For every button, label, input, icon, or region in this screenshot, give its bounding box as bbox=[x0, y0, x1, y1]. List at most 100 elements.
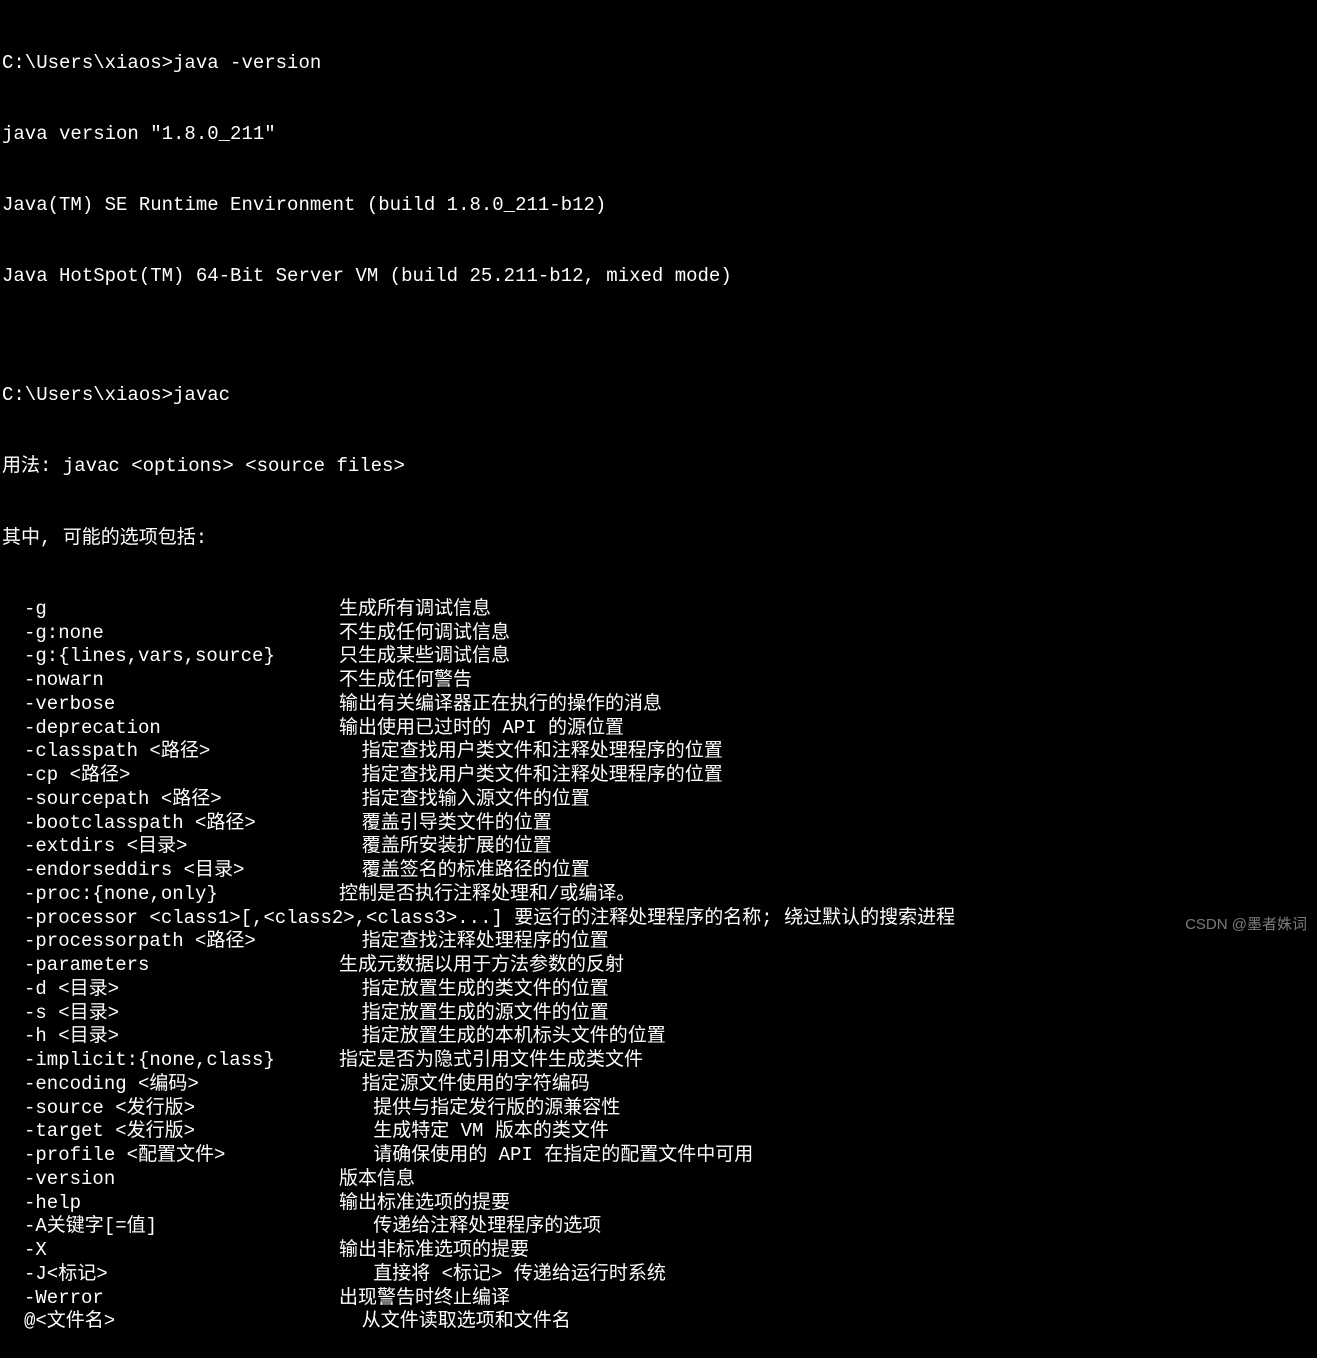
option-description: 指定查找注释处理程序的位置 bbox=[339, 930, 609, 954]
option-description: 生成所有调试信息 bbox=[339, 598, 491, 622]
option-flag: -g:{lines,vars,source} bbox=[24, 645, 339, 669]
option-row: -proc:{none,only}控制是否执行注释处理和/或编译。 bbox=[2, 883, 1317, 907]
option-row: -g生成所有调试信息 bbox=[2, 598, 1317, 622]
option-flag: -J<标记> bbox=[24, 1263, 339, 1287]
option-description: 输出非标准选项的提要 bbox=[339, 1239, 529, 1263]
option-flag: -implicit:{none,class} bbox=[24, 1049, 339, 1073]
option-flag: -h <目录> bbox=[24, 1025, 339, 1049]
option-row: -J<标记> 直接将 <标记> 传递给运行时系统 bbox=[2, 1263, 1317, 1287]
option-description: 生成元数据以用于方法参数的反射 bbox=[339, 954, 624, 978]
option-flag: -extdirs <目录> bbox=[24, 835, 339, 859]
terminal-output[interactable]: C:\Users\xiaos>java -version java versio… bbox=[2, 4, 1317, 1358]
option-description: 指定查找输入源文件的位置 bbox=[339, 788, 590, 812]
options-list: -g生成所有调试信息-g:none不生成任何调试信息-g:{lines,vars… bbox=[2, 598, 1317, 1334]
option-flag: -Werror bbox=[24, 1287, 339, 1311]
option-flag: -target <发行版> bbox=[24, 1120, 339, 1144]
option-flag: -A关键字[=值] bbox=[24, 1215, 339, 1239]
option-description: 指定源文件使用的字符编码 bbox=[339, 1073, 590, 1097]
option-row: -implicit:{none,class}指定是否为隐式引用文件生成类文件 bbox=[2, 1049, 1317, 1073]
option-flag: -bootclasspath <路径> bbox=[24, 812, 339, 836]
option-description: 指定放置生成的源文件的位置 bbox=[339, 1002, 609, 1026]
prompt-line: C:\Users\xiaos>javac bbox=[2, 384, 1317, 408]
option-row: -bootclasspath <路径> 覆盖引导类文件的位置 bbox=[2, 812, 1317, 836]
option-row: -processorpath <路径> 指定查找注释处理程序的位置 bbox=[2, 930, 1317, 954]
option-flag: -nowarn bbox=[24, 669, 339, 693]
option-row: -g:{lines,vars,source}只生成某些调试信息 bbox=[2, 645, 1317, 669]
option-description: 传递给注释处理程序的选项 bbox=[339, 1215, 601, 1239]
option-flag: -d <目录> bbox=[24, 978, 339, 1002]
watermark-text: CSDN @墨者姝词 bbox=[1185, 916, 1307, 935]
option-flag: -processor <class1>[,<class2>,<class3>..… bbox=[24, 907, 955, 931]
option-row: -sourcepath <路径> 指定查找输入源文件的位置 bbox=[2, 788, 1317, 812]
option-row: -deprecation输出使用已过时的 API 的源位置 bbox=[2, 717, 1317, 741]
option-row: @<文件名> 从文件读取选项和文件名 bbox=[2, 1310, 1317, 1334]
where-line: 其中, 可能的选项包括: bbox=[2, 527, 1317, 551]
option-flag: -g bbox=[24, 598, 339, 622]
option-description: 指定放置生成的类文件的位置 bbox=[339, 978, 609, 1002]
option-row: -help输出标准选项的提要 bbox=[2, 1192, 1317, 1216]
option-row: -parameters生成元数据以用于方法参数的反射 bbox=[2, 954, 1317, 978]
output-line: java version "1.8.0_211" bbox=[2, 123, 1317, 147]
option-row: -nowarn不生成任何警告 bbox=[2, 669, 1317, 693]
option-description: 指定是否为隐式引用文件生成类文件 bbox=[339, 1049, 643, 1073]
option-flag: -sourcepath <路径> bbox=[24, 788, 339, 812]
option-description: 只生成某些调试信息 bbox=[339, 645, 510, 669]
option-description: 输出有关编译器正在执行的操作的消息 bbox=[339, 693, 662, 717]
option-row: -extdirs <目录> 覆盖所安装扩展的位置 bbox=[2, 835, 1317, 859]
option-description: 输出标准选项的提要 bbox=[339, 1192, 510, 1216]
option-description: 从文件读取选项和文件名 bbox=[339, 1310, 571, 1334]
option-description: 不生成任何调试信息 bbox=[339, 622, 510, 646]
option-flag: -source <发行版> bbox=[24, 1097, 339, 1121]
option-row: -Werror出现警告时终止编译 bbox=[2, 1287, 1317, 1311]
option-row: -X输出非标准选项的提要 bbox=[2, 1239, 1317, 1263]
usage-line: 用法: javac <options> <source files> bbox=[2, 455, 1317, 479]
option-flag: -profile <配置文件> bbox=[24, 1144, 339, 1168]
output-line: Java HotSpot(TM) 64-Bit Server VM (build… bbox=[2, 265, 1317, 289]
option-row: -endorseddirs <目录> 覆盖签名的标准路径的位置 bbox=[2, 859, 1317, 883]
option-row: -h <目录> 指定放置生成的本机标头文件的位置 bbox=[2, 1025, 1317, 1049]
option-description: 覆盖引导类文件的位置 bbox=[339, 812, 552, 836]
option-row: -verbose输出有关编译器正在执行的操作的消息 bbox=[2, 693, 1317, 717]
option-row: -A关键字[=值] 传递给注释处理程序的选项 bbox=[2, 1215, 1317, 1239]
option-row: -target <发行版> 生成特定 VM 版本的类文件 bbox=[2, 1120, 1317, 1144]
option-flag: -encoding <编码> bbox=[24, 1073, 339, 1097]
option-row: -version版本信息 bbox=[2, 1168, 1317, 1192]
option-flag: -endorseddirs <目录> bbox=[24, 859, 339, 883]
option-description: 直接将 <标记> 传递给运行时系统 bbox=[339, 1263, 666, 1287]
prompt-line: C:\Users\xiaos>java -version bbox=[2, 52, 1317, 76]
option-row: -encoding <编码> 指定源文件使用的字符编码 bbox=[2, 1073, 1317, 1097]
option-row: -source <发行版> 提供与指定发行版的源兼容性 bbox=[2, 1097, 1317, 1121]
option-flag: -processorpath <路径> bbox=[24, 930, 339, 954]
option-description: 指定查找用户类文件和注释处理程序的位置 bbox=[339, 764, 723, 788]
option-row: -profile <配置文件> 请确保使用的 API 在指定的配置文件中可用 bbox=[2, 1144, 1317, 1168]
option-description: 请确保使用的 API 在指定的配置文件中可用 bbox=[339, 1144, 753, 1168]
option-flag: -verbose bbox=[24, 693, 339, 717]
option-description: 出现警告时终止编译 bbox=[339, 1287, 510, 1311]
output-line: Java(TM) SE Runtime Environment (build 1… bbox=[2, 194, 1317, 218]
option-description: 覆盖所安装扩展的位置 bbox=[339, 835, 552, 859]
option-flag: -cp <路径> bbox=[24, 764, 339, 788]
option-description: 指定放置生成的本机标头文件的位置 bbox=[339, 1025, 666, 1049]
option-row: -g:none不生成任何调试信息 bbox=[2, 622, 1317, 646]
option-row: -classpath <路径> 指定查找用户类文件和注释处理程序的位置 bbox=[2, 740, 1317, 764]
option-row: -processor <class1>[,<class2>,<class3>..… bbox=[2, 907, 1317, 931]
option-flag: -proc:{none,only} bbox=[24, 883, 339, 907]
option-description: 版本信息 bbox=[339, 1168, 415, 1192]
option-flag: -X bbox=[24, 1239, 339, 1263]
option-description: 指定查找用户类文件和注释处理程序的位置 bbox=[339, 740, 723, 764]
option-row: -cp <路径> 指定查找用户类文件和注释处理程序的位置 bbox=[2, 764, 1317, 788]
option-description: 覆盖签名的标准路径的位置 bbox=[339, 859, 590, 883]
option-description: 提供与指定发行版的源兼容性 bbox=[339, 1097, 620, 1121]
option-flag: -version bbox=[24, 1168, 339, 1192]
option-flag: -parameters bbox=[24, 954, 339, 978]
option-description: 输出使用已过时的 API 的源位置 bbox=[339, 717, 624, 741]
option-description: 不生成任何警告 bbox=[339, 669, 472, 693]
option-flag: -deprecation bbox=[24, 717, 339, 741]
option-row: -d <目录> 指定放置生成的类文件的位置 bbox=[2, 978, 1317, 1002]
option-flag: -s <目录> bbox=[24, 1002, 339, 1026]
option-flag: -help bbox=[24, 1192, 339, 1216]
option-flag: -classpath <路径> bbox=[24, 740, 339, 764]
option-flag: @<文件名> bbox=[24, 1310, 339, 1334]
option-row: -s <目录> 指定放置生成的源文件的位置 bbox=[2, 1002, 1317, 1026]
option-description: 控制是否执行注释处理和/或编译。 bbox=[339, 883, 635, 907]
